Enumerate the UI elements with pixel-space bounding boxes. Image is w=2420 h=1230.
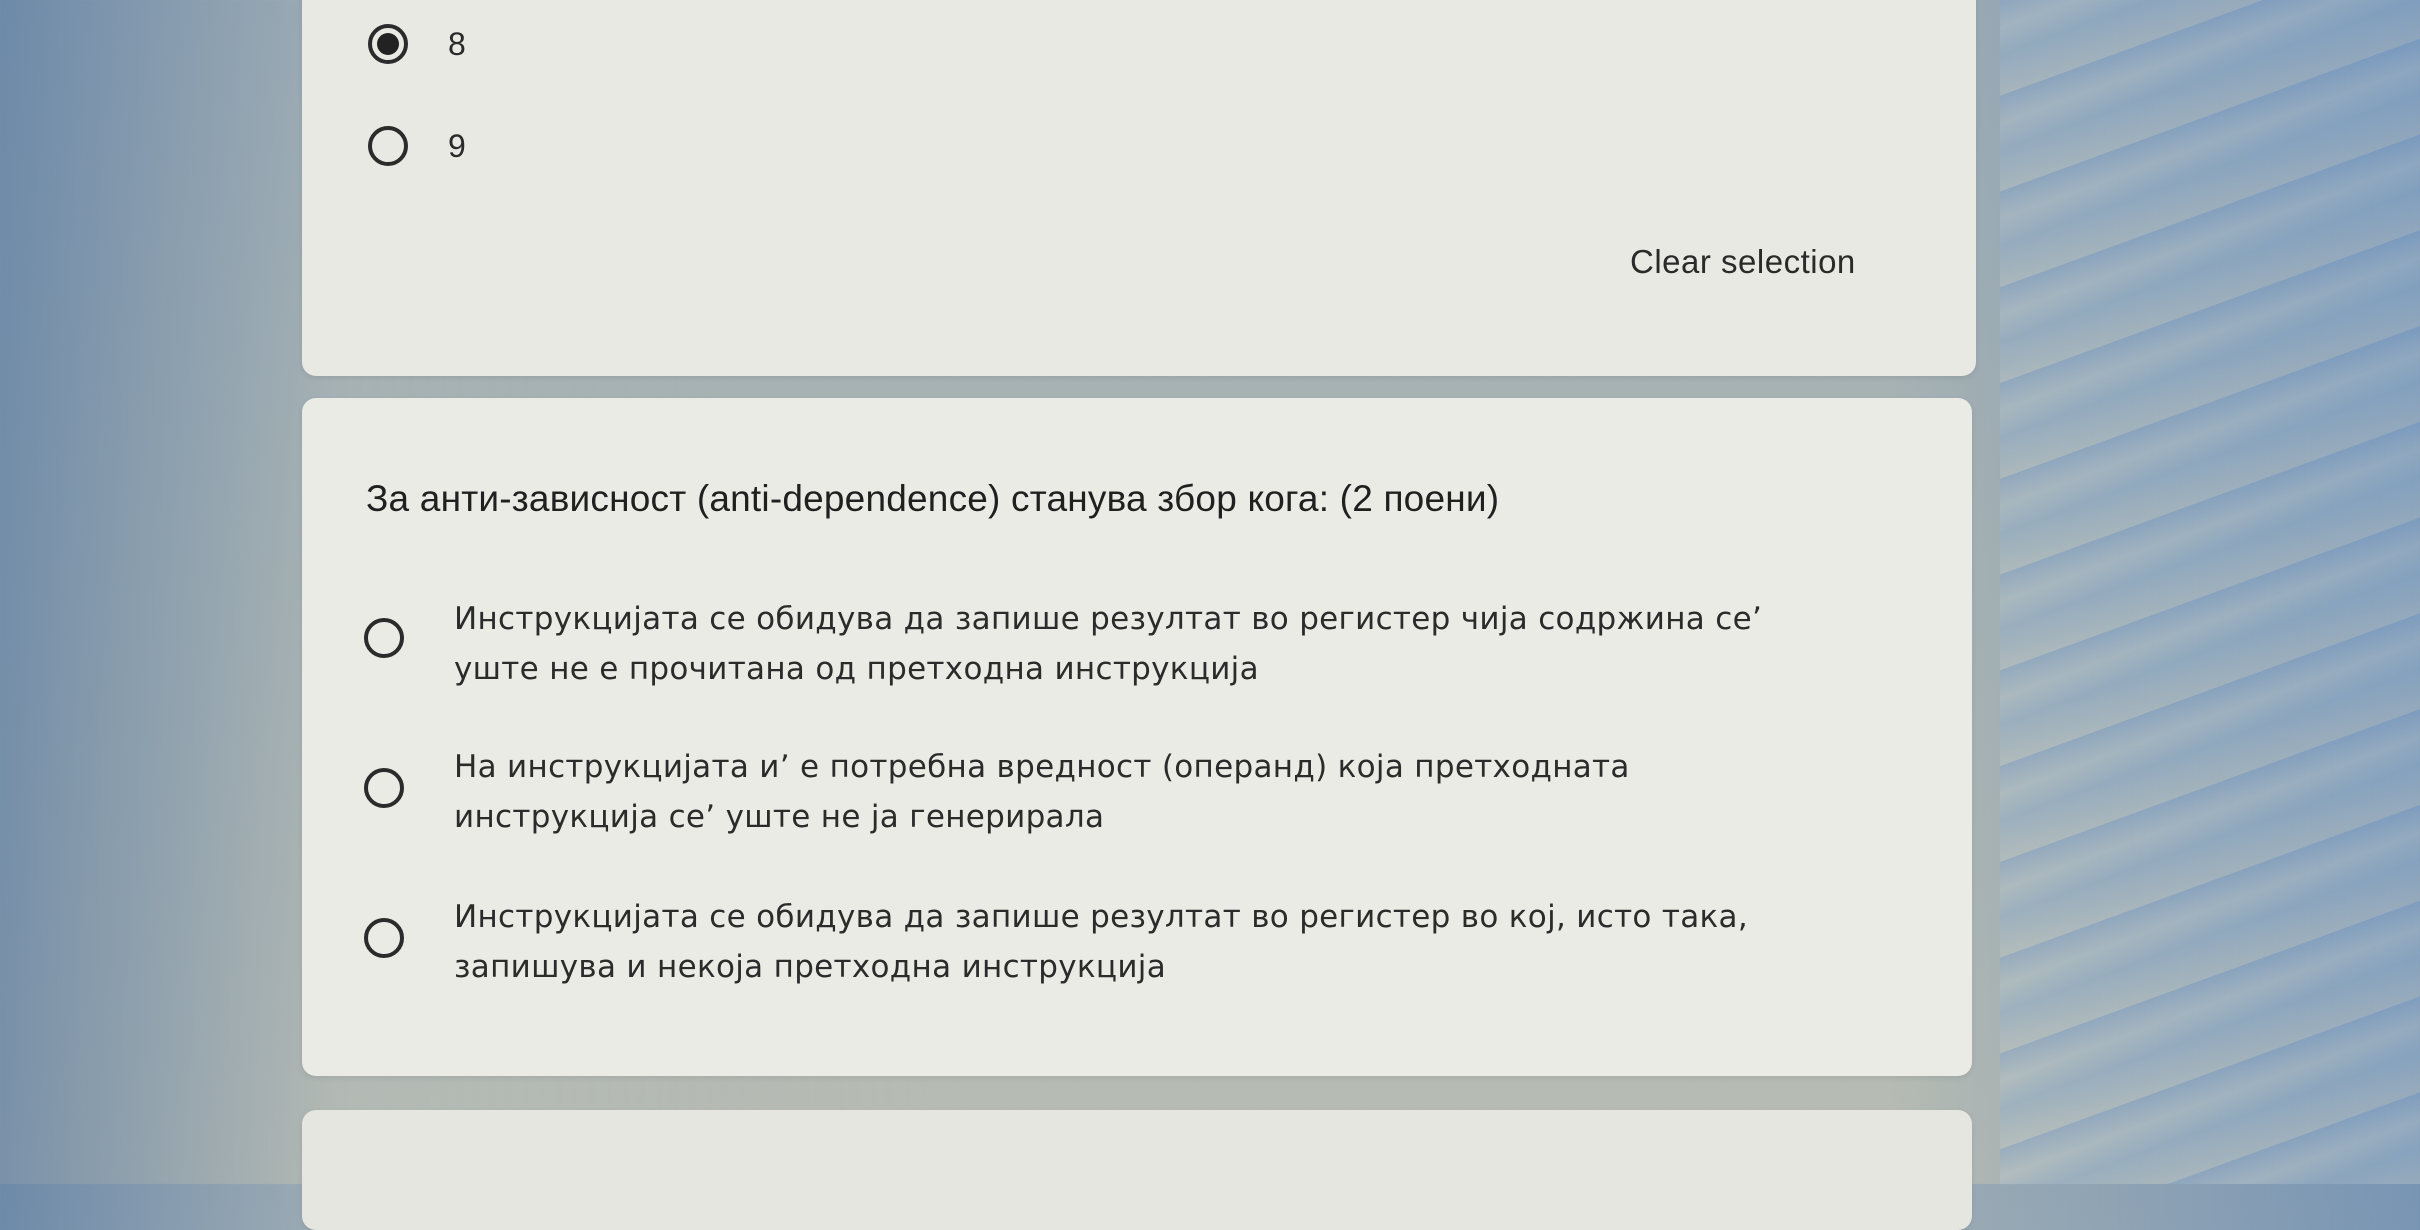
next-question-card <box>302 1110 1972 1230</box>
clear-selection-button[interactable]: Clear selection <box>1630 243 1856 281</box>
radio-button-selected[interactable] <box>368 24 408 64</box>
radio-button[interactable] <box>364 618 404 658</box>
radio-button[interactable] <box>364 768 404 808</box>
option-label: 8 <box>448 25 466 62</box>
radio-button[interactable] <box>368 126 408 166</box>
answer-option-text: Инструкцијата се обидува да запише резул… <box>454 601 1763 687</box>
option-label: 9 <box>448 127 466 164</box>
radio-button[interactable] <box>364 918 404 958</box>
previous-question-card: 8 9 <box>302 0 1976 376</box>
question-title: За анти-зависност (anti-dependence) стан… <box>366 478 1500 519</box>
answer-option-text: На инструкцијата и’ е потребна вредност … <box>454 749 1630 835</box>
radio-selected-dot <box>377 33 399 55</box>
option-9[interactable]: 9 <box>368 126 466 166</box>
background-streaks <box>2000 0 2420 1184</box>
answer-option-text: Инструкцијата се обидува да запише резул… <box>454 899 1748 985</box>
option-8[interactable]: 8 <box>368 24 466 64</box>
